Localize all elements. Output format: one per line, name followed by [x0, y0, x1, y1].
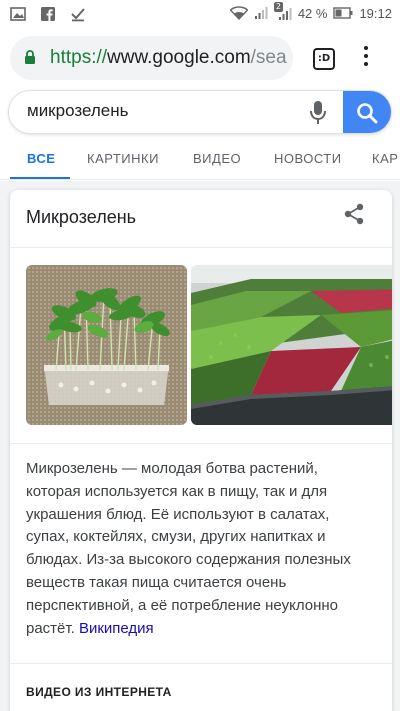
- signal-2-icon: 2: [273, 2, 292, 21]
- search-input[interactable]: [27, 101, 287, 121]
- url-bar[interactable]: https://www.google.com/sea: [10, 36, 293, 80]
- active-tab-indicator: [10, 177, 70, 179]
- image-carousel[interactable]: [26, 265, 392, 425]
- knowledge-panel: Микрозелень Микрозелень — молодая ботва …: [10, 190, 392, 711]
- search-icon: [357, 103, 378, 124]
- wikipedia-link[interactable]: Википедия: [79, 620, 154, 637]
- search-button[interactable]: [343, 91, 391, 133]
- more-options-icon[interactable]: [362, 46, 370, 70]
- microgreens-tray-image[interactable]: [26, 265, 187, 425]
- facebook-icon: [41, 7, 55, 21]
- web-videos-heading: ВИДЕО ИЗ ИНТЕРНЕТА: [26, 685, 172, 699]
- lock-icon: [25, 50, 35, 64]
- url-scheme: https://: [50, 47, 108, 68]
- url-host: www.google.com: [107, 47, 251, 68]
- url-path: /sea: [250, 47, 287, 68]
- tab-switcher-button[interactable]: :D: [313, 48, 335, 70]
- tab-news[interactable]: НОВОСТИ: [274, 151, 342, 166]
- share-icon[interactable]: [344, 203, 364, 225]
- divider: [10, 663, 392, 664]
- divider: [10, 443, 392, 444]
- tab-maps[interactable]: КАР: [372, 151, 398, 166]
- tab-images[interactable]: КАРТИНКИ: [87, 151, 159, 166]
- divider: [10, 247, 392, 248]
- microphone-icon[interactable]: [309, 100, 327, 126]
- search-box: [8, 90, 392, 134]
- image-notification-icon: [10, 7, 26, 21]
- browser-toolbar: https://www.google.com/sea :D: [0, 28, 400, 88]
- clock: 19:12: [359, 5, 392, 21]
- battery-percent: 42 %: [297, 5, 328, 21]
- signal-1-icon: [254, 7, 268, 19]
- download-done-icon: [71, 8, 85, 22]
- battery-icon: [333, 7, 353, 19]
- tab-video[interactable]: ВИДЕО: [193, 151, 241, 166]
- sim-badge: 2: [273, 2, 283, 12]
- status-bar: 2 42 % 19:12: [0, 0, 400, 28]
- knowledge-panel-description: Микрозелень — молодая ботва растений, ко…: [26, 458, 376, 640]
- search-tabs: ВСЕ КАРТИНКИ ВИДЕО НОВОСТИ КАР: [0, 140, 400, 180]
- tab-all[interactable]: ВСЕ: [27, 151, 55, 166]
- url-text[interactable]: https://www.google.com/sea: [50, 47, 290, 69]
- wifi-icon: [229, 6, 248, 20]
- description-text: Микрозелень — молодая ботва растений, ко…: [26, 460, 351, 637]
- microgreens-trays-image[interactable]: [191, 265, 392, 425]
- knowledge-panel-title: Микрозелень: [26, 207, 137, 227]
